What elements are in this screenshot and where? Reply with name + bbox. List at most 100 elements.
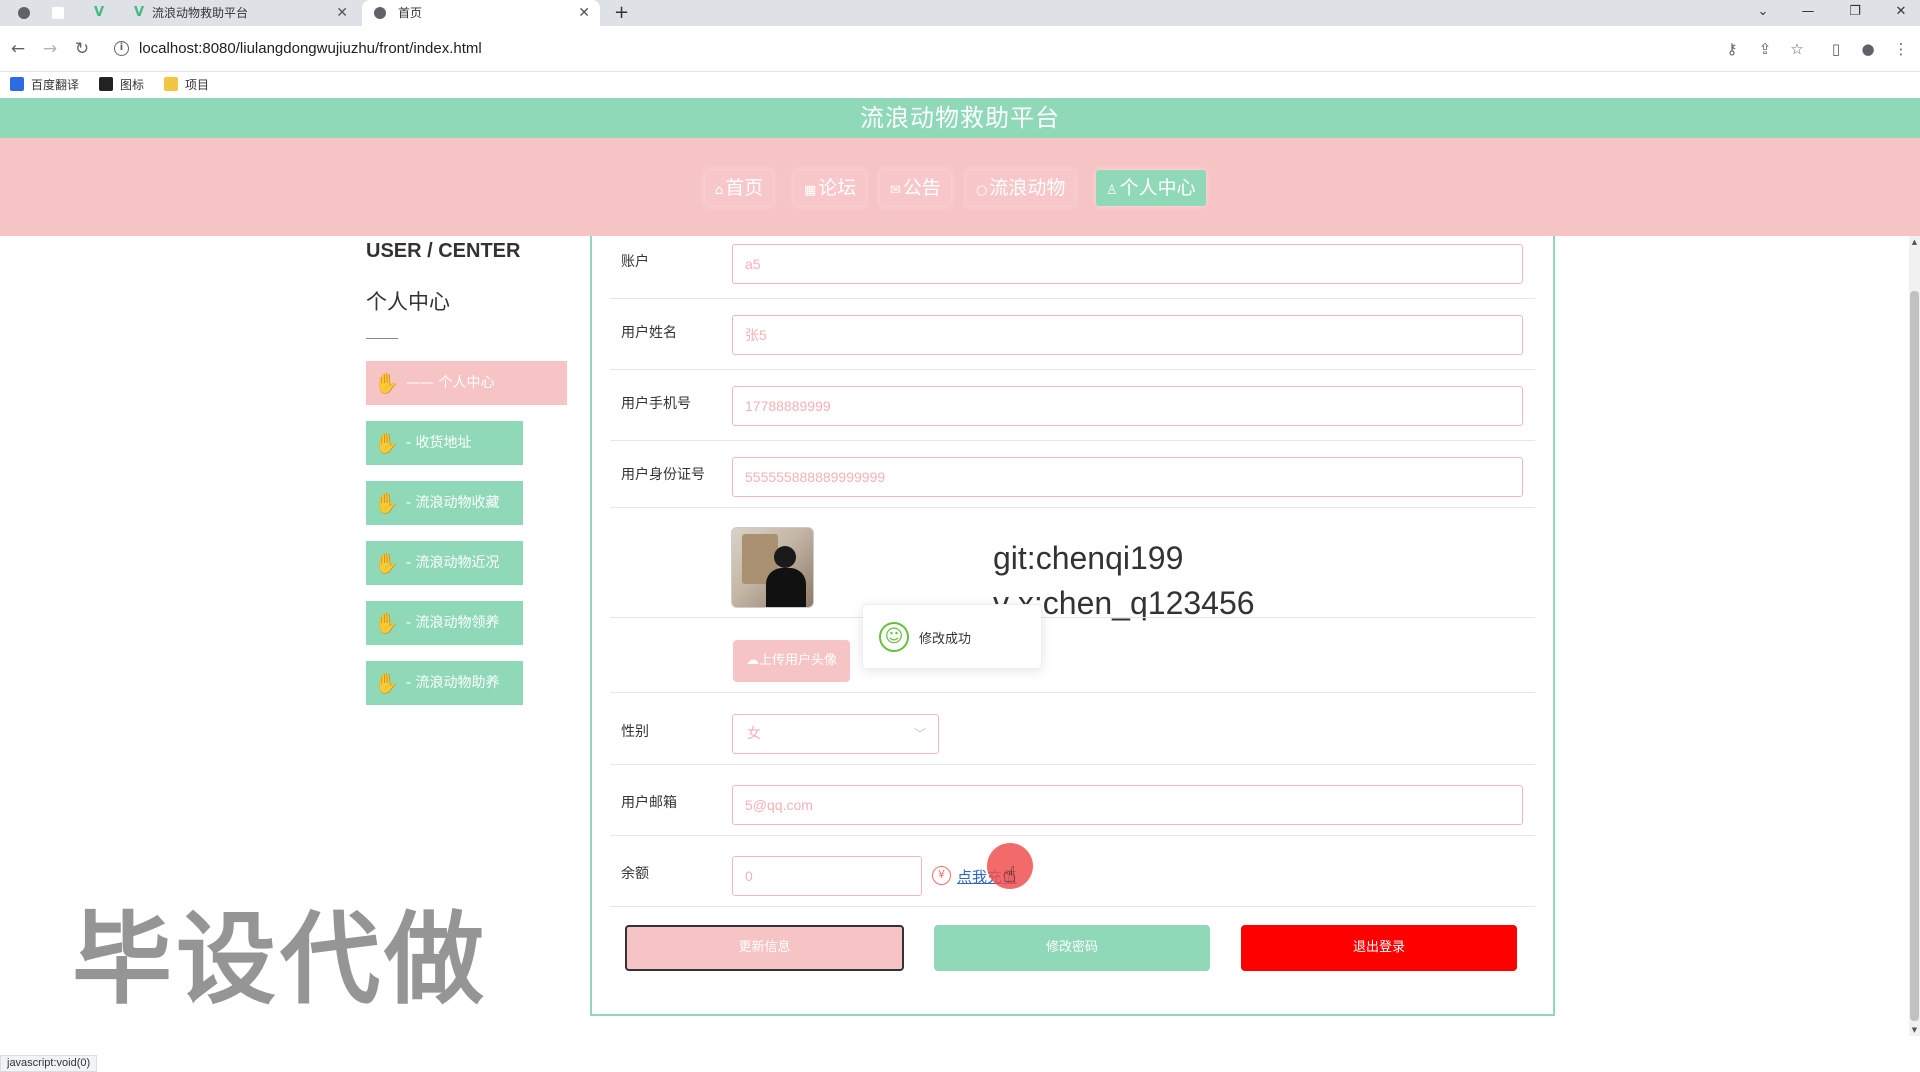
divider bbox=[610, 369, 1535, 370]
account-field[interactable]: a5 bbox=[732, 244, 1523, 284]
pet-icon: ○ bbox=[976, 183, 988, 198]
id-card-label: 用户身份证号 bbox=[621, 467, 705, 483]
sidebar-title-en: USER / CENTER bbox=[366, 240, 521, 262]
nav-notice[interactable]: ✉ 公告 bbox=[880, 170, 951, 206]
restore-icon[interactable]: ❐ bbox=[1840, 0, 1870, 26]
avatar-head bbox=[774, 546, 796, 568]
nav-forum[interactable]: ▦ 论坛 bbox=[794, 170, 867, 206]
user-icon: ♙ bbox=[1106, 183, 1118, 198]
balance-label: 余额 bbox=[621, 866, 649, 882]
globe-icon bbox=[374, 7, 386, 19]
divider bbox=[366, 338, 398, 339]
divider bbox=[610, 906, 1535, 907]
balance-field[interactable]: 0 bbox=[732, 856, 922, 896]
scroll-up-icon[interactable]: ▲ bbox=[1909, 238, 1920, 246]
pinned-tab[interactable] bbox=[44, 0, 74, 26]
phone-field[interactable]: 17788889999 bbox=[732, 386, 1523, 426]
share-icon[interactable]: ⇪ bbox=[1755, 38, 1775, 60]
globe-icon bbox=[18, 7, 30, 19]
hand-icon: ✋ bbox=[374, 371, 399, 395]
sidebar-item-address[interactable]: ✋ - 收货地址 bbox=[366, 421, 523, 465]
name-field[interactable]: 张5 bbox=[732, 315, 1523, 355]
chevron-down-icon: ﹀ bbox=[913, 727, 926, 741]
scrollbar-thumb[interactable] bbox=[1910, 291, 1919, 1021]
bookmark-icons[interactable]: 图标 bbox=[99, 76, 144, 94]
sidebar-item-user-center[interactable]: ✋ —— 个人中心 bbox=[366, 361, 567, 405]
scroll-down-icon[interactable]: ▼ bbox=[1909, 1026, 1920, 1034]
folder-icon bbox=[164, 77, 178, 91]
image-icon bbox=[99, 77, 113, 91]
status-bar: javascript:void(0) bbox=[0, 1055, 98, 1072]
close-tab-icon[interactable]: ✕ bbox=[336, 0, 348, 26]
pinned-tab[interactable]: V bbox=[88, 0, 118, 26]
gender-select[interactable]: 女 ﹀ bbox=[732, 714, 939, 754]
avatar[interactable] bbox=[731, 527, 814, 608]
new-tab-button[interactable]: + bbox=[614, 0, 638, 26]
account-label: 账户 bbox=[621, 254, 649, 270]
page-scrollbar[interactable]: ▲ ▼ bbox=[1909, 236, 1920, 1036]
translate-icon bbox=[10, 77, 24, 91]
bookmark-baidu-translate[interactable]: 百度翻译 bbox=[10, 76, 79, 94]
smile-icon: ☺ bbox=[879, 622, 909, 652]
tab-search-icon[interactable]: ⌄ bbox=[1748, 0, 1778, 26]
nav-stray-animals[interactable]: ○ 流浪动物 bbox=[966, 170, 1076, 206]
sidebar-item-favorites[interactable]: ✋ - 流浪动物收藏 bbox=[366, 481, 523, 525]
side-panel-icon[interactable]: ▯ bbox=[1826, 38, 1846, 60]
minimize-icon[interactable]: — bbox=[1793, 0, 1823, 26]
contact-git-text: git:chenqi199 bbox=[993, 540, 1184, 576]
hand-cursor-icon: ☝ bbox=[1003, 863, 1017, 888]
close-window-icon[interactable]: ✕ bbox=[1886, 0, 1916, 26]
upload-avatar-button[interactable]: ☁上传用户头像 bbox=[733, 640, 850, 682]
divider bbox=[610, 617, 1535, 618]
divider bbox=[610, 835, 1535, 836]
vue-icon: V bbox=[94, 5, 105, 20]
yen-icon: ¥ bbox=[932, 866, 951, 885]
email-field[interactable]: 5@qq.com bbox=[732, 785, 1523, 825]
close-tab-icon[interactable]: ✕ bbox=[578, 0, 590, 26]
hand-icon: ✋ bbox=[374, 671, 399, 695]
menu-icon[interactable]: ⋮ bbox=[1891, 38, 1911, 60]
tab-home[interactable]: 首页 ✕ bbox=[362, 0, 600, 26]
vue-icon: V bbox=[134, 5, 145, 20]
tab-title: 首页 bbox=[398, 6, 423, 20]
sidebar-item-adoption[interactable]: ✋ - 流浪动物领养 bbox=[366, 601, 523, 645]
divider bbox=[610, 298, 1535, 299]
sidebar-item-updates[interactable]: ✋ - 流浪动物近况 bbox=[366, 541, 523, 585]
update-info-button[interactable]: 更新信息 bbox=[625, 925, 904, 971]
url-field[interactable]: i localhost:8080/liulangdongwujiuzhu/fro… bbox=[110, 34, 1750, 64]
forum-icon: ▦ bbox=[804, 183, 817, 198]
bookmark-projects[interactable]: 项目 bbox=[164, 76, 209, 94]
bookmarks-bar: 百度翻译 图标 项目 bbox=[0, 72, 1920, 98]
nav-user-center[interactable]: ♙ 个人中心 bbox=[1096, 170, 1206, 206]
success-toast: ☺ 修改成功 bbox=[862, 604, 1042, 669]
watermark-text: 毕设代做 bbox=[72, 901, 488, 1018]
home-icon: ⌂ bbox=[715, 183, 724, 198]
back-icon[interactable]: ← bbox=[7, 38, 29, 60]
logout-button[interactable]: 退出登录 bbox=[1241, 925, 1517, 971]
star-icon[interactable]: ☆ bbox=[1787, 38, 1807, 60]
nav-home[interactable]: ⌂ 首页 bbox=[705, 170, 774, 206]
pinned-tab[interactable] bbox=[10, 0, 40, 26]
tab-title: 流浪动物救助平台 bbox=[152, 6, 249, 20]
key-icon[interactable]: ⚷ bbox=[1722, 38, 1742, 60]
hand-icon: ✋ bbox=[374, 431, 399, 455]
url-text: localhost:8080/liulangdongwujiuzhu/front… bbox=[139, 40, 482, 57]
browser-tab-bar: V V 流浪动物救助平台 ✕ 首页 ✕ + ⌄ — ❐ ✕ bbox=[0, 0, 1920, 26]
tab-platform[interactable]: V 流浪动物救助平台 ✕ bbox=[128, 0, 358, 26]
reload-icon[interactable]: ↻ bbox=[71, 38, 93, 60]
sidebar-item-sponsorship[interactable]: ✋ - 流浪动物助养 bbox=[366, 661, 523, 705]
upload-cloud-icon: ☁ bbox=[745, 653, 759, 668]
id-card-field[interactable]: 555555888889999999 bbox=[732, 457, 1523, 497]
forward-icon[interactable]: → bbox=[39, 38, 61, 60]
site-info-icon[interactable]: i bbox=[114, 41, 129, 56]
profile-icon[interactable]: ● bbox=[1858, 38, 1878, 60]
change-password-button[interactable]: 修改密码 bbox=[934, 925, 1210, 971]
site-title: 流浪动物救助平台 bbox=[0, 98, 1920, 138]
phone-label: 用户手机号 bbox=[621, 396, 691, 412]
gender-label: 性别 bbox=[621, 724, 649, 740]
email-label: 用户邮箱 bbox=[621, 795, 677, 811]
hand-icon: ✋ bbox=[374, 551, 399, 575]
sidebar-title-cn: 个人中心 bbox=[366, 290, 450, 314]
hand-icon: ✋ bbox=[374, 491, 399, 515]
avatar-body bbox=[766, 568, 806, 607]
